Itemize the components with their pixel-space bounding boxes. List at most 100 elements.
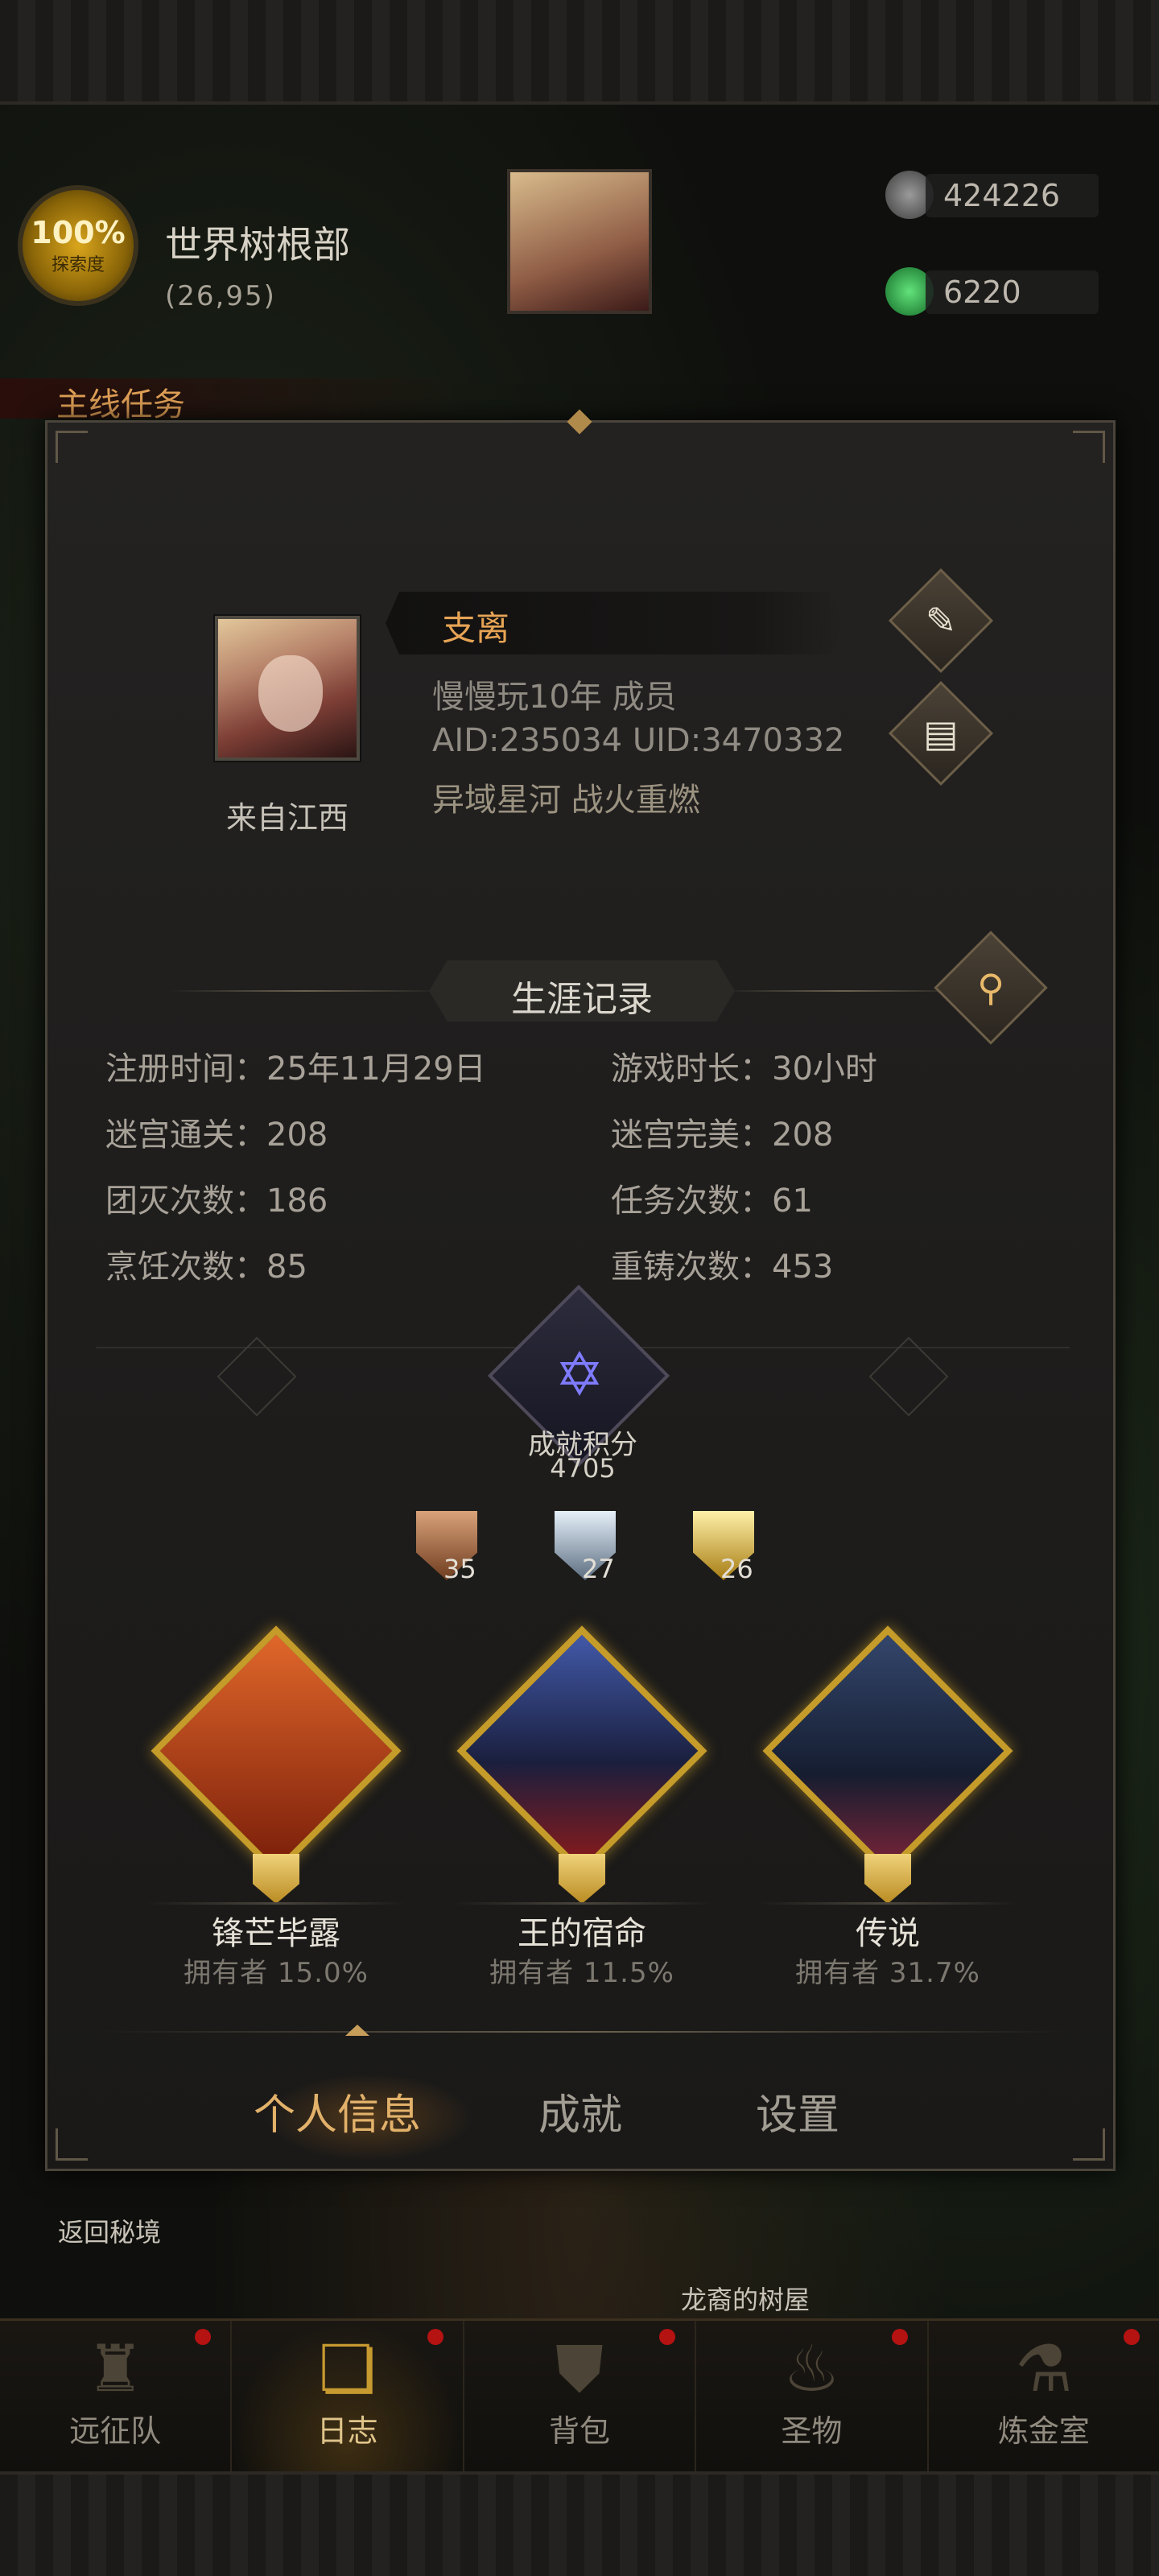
- quill-icon: ✎: [925, 599, 957, 642]
- player-name: 支离: [442, 609, 510, 648]
- stat-maze-cleared: 迷宫通关：208: [105, 1108, 328, 1155]
- nav-relics[interactable]: ♨ 圣物: [696, 2321, 929, 2471]
- stat-value: 85: [266, 1249, 307, 1286]
- stat-cooking: 烹饪次数：85: [105, 1241, 307, 1287]
- section-divider-right: [724, 990, 965, 992]
- stat-value: 186: [266, 1183, 328, 1220]
- return-to-realm-label[interactable]: 返回秘境: [58, 2212, 161, 2249]
- notification-dot: [659, 2329, 676, 2345]
- silver-medal-count: 27: [582, 1554, 615, 1584]
- stat-value: 61: [772, 1183, 813, 1220]
- bottom-navigation: ♜ 远征队 ❏ 日志 ⛊ 背包 ♨ 圣物 ⚗ 炼金室: [0, 2318, 1159, 2471]
- career-record-title: 生涯记录: [511, 979, 653, 1020]
- hud-portrait[interactable]: [507, 169, 652, 314]
- nav-expedition[interactable]: ♜ 远征队: [0, 2321, 233, 2471]
- main-quest-tab[interactable]: 主线任务: [0, 378, 483, 423]
- exploration-percent: 100%: [31, 215, 126, 250]
- stat-label: 游戏时长：: [611, 1051, 772, 1088]
- achievement-name: 传说: [856, 1915, 920, 1952]
- section-divider-left: [168, 990, 442, 992]
- stat-value: 453: [772, 1249, 834, 1286]
- resource-stone-value: 424226: [926, 174, 1099, 217]
- top-frame: [0, 0, 1159, 105]
- triangle-star-icon: ✡: [554, 1340, 604, 1410]
- notification-dot: [195, 2329, 212, 2345]
- player-title-line: 慢慢玩10年 成员: [432, 679, 677, 716]
- gold-badge-icon: [864, 1854, 911, 1904]
- player-server-line: 异域星河 战火重燃: [432, 782, 700, 819]
- achievement-name: 锋芒毕露: [212, 1915, 340, 1952]
- stat-quests: 任务次数：61: [611, 1174, 813, 1221]
- achievement-card-blade[interactable]: [151, 1625, 402, 1876]
- player-avatar[interactable]: [213, 614, 361, 762]
- scroll-icon: ▤: [923, 712, 959, 755]
- achievement-score-value: 4705: [550, 1453, 616, 1484]
- stat-value: 208: [772, 1117, 834, 1154]
- player-profile-panel: 来自江西 支离 慢慢玩10年 成员 AID:235034 UID:3470332…: [45, 409, 1116, 2171]
- achievement-owner-rate: 拥有者 11.5%: [489, 1957, 674, 1989]
- stat-reforge: 重铸次数：453: [611, 1241, 833, 1287]
- player-id-line: AID:235034 UID:3470332: [432, 722, 845, 759]
- tab-achievements[interactable]: 成就: [538, 2081, 622, 2141]
- achievement-card-king[interactable]: [456, 1625, 707, 1876]
- exploration-label: 探索度: [51, 255, 105, 275]
- location-label: 龙裔的树屋: [681, 2285, 810, 2315]
- stat-label: 迷宫通关：: [105, 1117, 266, 1154]
- map-hud: 100% 探索度 世界树根部 (26,95) 424226 6220: [0, 161, 1159, 346]
- player-origin: 来自江西: [225, 800, 349, 836]
- bottom-frame: [0, 2471, 1159, 2576]
- nav-label: 背包: [549, 2413, 611, 2449]
- magnifier-icon: ⚲: [977, 966, 1004, 1009]
- achievement-name-bar: [147, 1902, 405, 1905]
- panel-corner: [56, 2128, 88, 2161]
- gold-badge-icon: [559, 1854, 605, 1904]
- stat-label: 迷宫完美：: [611, 1117, 772, 1154]
- stat-label: 重铸次数：: [611, 1249, 772, 1286]
- stat-value: 25年11月29日: [266, 1051, 486, 1088]
- achievement-name-bar: [759, 1902, 1017, 1905]
- achievement-owner-rate: 拥有者 15.0%: [184, 1957, 369, 1989]
- edit-profile-button[interactable]: ✎: [888, 568, 994, 674]
- tab-personal-info[interactable]: 个人信息: [254, 2081, 421, 2141]
- stat-label: 烹饪次数：: [105, 1249, 266, 1286]
- active-tab-indicator: [345, 2025, 369, 2036]
- journal-icon: ❏: [318, 2331, 377, 2406]
- resource-emerald-value: 6220: [926, 270, 1099, 314]
- gold-medal-count: 26: [720, 1554, 753, 1584]
- area-name: 世界树根部: [165, 223, 350, 266]
- achievement-name: 王的宿命: [518, 1915, 646, 1952]
- stat-label: 团灭次数：: [105, 1183, 266, 1220]
- achievement-owner-rate: 拥有者 31.7%: [795, 1957, 980, 1989]
- area-coordinates: (26,95): [165, 280, 276, 312]
- panel-corner: [1073, 431, 1105, 463]
- helmet-icon: ♜: [86, 2331, 145, 2406]
- nav-label: 炼金室: [997, 2413, 1090, 2449]
- nav-label: 远征队: [69, 2413, 162, 2449]
- stat-play-time: 游戏时长：30小时: [611, 1042, 877, 1089]
- nav-backpack[interactable]: ⛊ 背包: [464, 2321, 697, 2471]
- notification-dot: [427, 2329, 443, 2345]
- panel-corner: [56, 431, 88, 463]
- bronze-medal-count: 35: [443, 1554, 476, 1584]
- stat-register-time: 注册时间：25年11月29日: [105, 1042, 486, 1089]
- stat-maze-perfect: 迷宫完美：208: [611, 1108, 833, 1155]
- nav-alchemy[interactable]: ⚗ 炼金室: [929, 2321, 1159, 2471]
- backpack-icon: ⛊: [555, 2331, 604, 2406]
- records-button[interactable]: ▤: [888, 680, 994, 786]
- stat-value: 30小时: [772, 1051, 877, 1088]
- achievement-card-legend[interactable]: [762, 1625, 1013, 1876]
- ornament-left: [217, 1336, 297, 1417]
- stat-label: 任务次数：: [611, 1183, 772, 1220]
- tab-bar-divider: [96, 2031, 1070, 2033]
- notification-dot: [1124, 2329, 1140, 2345]
- career-search-button[interactable]: ⚲: [934, 931, 1048, 1045]
- panel-corner: [1073, 2128, 1105, 2161]
- notification-dot: [891, 2329, 908, 2345]
- stat-team-wipes: 团灭次数：186: [105, 1174, 328, 1221]
- nav-journal[interactable]: ❏ 日志: [232, 2321, 464, 2471]
- exploration-meter[interactable]: 100% 探索度: [18, 185, 138, 306]
- stat-label: 注册时间：: [105, 1051, 266, 1088]
- achievement-name-bar: [453, 1902, 711, 1905]
- tab-settings[interactable]: 设置: [756, 2081, 839, 2141]
- gold-badge-icon: [253, 1854, 299, 1904]
